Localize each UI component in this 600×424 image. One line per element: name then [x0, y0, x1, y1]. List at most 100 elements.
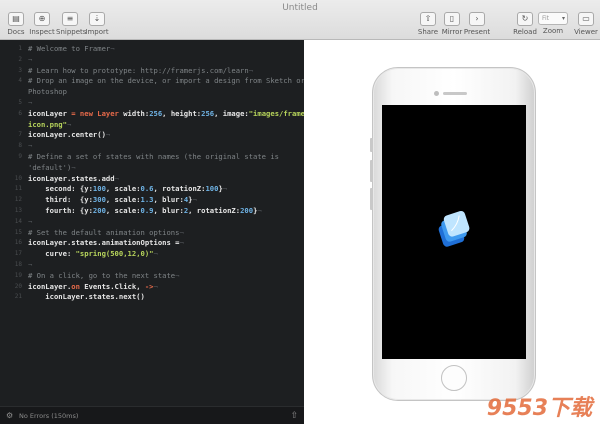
- code-text: # Define a set of states with names (the…: [28, 152, 279, 163]
- code-token: on: [71, 281, 85, 291]
- code-line[interactable]: 3 # Learn how to prototype: http://framer…: [0, 66, 304, 77]
- mirror-icon: ▯: [444, 12, 460, 26]
- docs-label: Docs: [7, 28, 25, 36]
- code-line[interactable]: 13 fourth: {y:200, scale:0.9, blur:2, ro…: [0, 206, 304, 217]
- code-text: 'default')¬: [28, 163, 76, 174]
- code-token: , scale:: [105, 205, 141, 215]
- code-token: = new Layer: [71, 108, 124, 118]
- format-icon[interactable]: ⇧: [290, 410, 298, 421]
- line-number: 10: [14, 174, 22, 182]
- present-label: Present: [463, 28, 491, 36]
- code-token: 100: [92, 184, 106, 194]
- viewer-icon: ▭: [578, 12, 594, 26]
- code-line[interactable]: 12 third: {y:300, scale:1.3, blur:4}¬: [0, 195, 304, 206]
- reload-label: Reload: [513, 28, 537, 36]
- code-token: ¬: [28, 141, 33, 151]
- code-token: 'default'): [28, 162, 72, 172]
- zoom-select[interactable]: Fit ▾: [538, 12, 568, 25]
- import-icon: ⇣: [89, 12, 105, 26]
- code-token: ¬: [110, 44, 115, 53]
- code-line[interactable]: 5 ¬: [0, 98, 304, 109]
- code-line[interactable]: 20 iconLayer.on Events.Click, ->¬: [0, 282, 304, 293]
- code-line[interactable]: 21 iconLayer.states.next(): [0, 292, 304, 303]
- code-token: Photoshop: [28, 87, 67, 97]
- code-text: iconLayer.center()¬: [28, 130, 110, 141]
- code-token: , image:: [214, 108, 249, 118]
- code-area[interactable]: 1 # Welcome to Framer¬ 2 ¬ 3 # Learn how to p…: [0, 44, 314, 303]
- code-text: iconLayer = new Layer width:256, height:…: [28, 109, 314, 120]
- code-line[interactable]: 14 ¬: [0, 217, 304, 228]
- import-button[interactable]: ⇣ Import: [83, 12, 111, 36]
- home-button[interactable]: [441, 365, 467, 391]
- code-line[interactable]: 1 # Welcome to Framer¬: [0, 44, 304, 55]
- line-number: 20: [14, 282, 22, 290]
- line-number: 4: [18, 77, 22, 85]
- line-number: 1: [18, 45, 22, 52]
- settings-icon[interactable]: ⚙: [6, 411, 13, 420]
- inspect-label: Inspect: [29, 28, 55, 36]
- code-token: iconLayer.center(): [28, 130, 106, 140]
- code-line[interactable]: icon.png"¬: [0, 120, 304, 131]
- line-number: 8: [18, 142, 22, 150]
- code-token: # Define a set of states with names (the…: [28, 151, 279, 161]
- code-token: iconLayer.states.animationOptions =: [28, 238, 180, 248]
- mute-switch: [370, 138, 373, 152]
- code-line[interactable]: 9 # Define a set of states with names (th…: [0, 152, 304, 163]
- line-number: 15: [14, 228, 22, 236]
- code-line[interactable]: 6 iconLayer = new Layer width:256, height…: [0, 109, 313, 120]
- code-text: # On a click, go to the next state¬: [28, 271, 179, 282]
- earpiece-speaker: [443, 92, 467, 95]
- code-token: , rotationZ:: [153, 184, 206, 194]
- reload-button[interactable]: ↻ Reload: [511, 12, 539, 36]
- code-line[interactable]: 2 ¬: [0, 55, 304, 66]
- present-button[interactable]: › Present: [463, 12, 491, 36]
- code-line[interactable]: 4 # Drop an image on the device, or impor…: [0, 76, 305, 87]
- code-token: ¬: [28, 259, 33, 269]
- code-token: ¬: [153, 249, 158, 259]
- line-number: 9: [18, 152, 22, 160]
- line-number: 21: [14, 293, 22, 301]
- code-token: curve:: [28, 249, 76, 259]
- code-line[interactable]: Photoshop: [0, 87, 304, 98]
- volume-up-button: [370, 160, 373, 182]
- code-token: iconLayer.: [28, 281, 72, 291]
- share-icon: ⇧: [420, 12, 436, 26]
- reload-icon: ↻: [517, 12, 533, 26]
- code-line[interactable]: 15 # Set the default animation options¬: [0, 228, 304, 239]
- line-number: 11: [14, 185, 22, 193]
- viewer-button[interactable]: ▭ Viewer: [572, 12, 600, 36]
- line-number: 17: [14, 250, 22, 258]
- code-text: # Drop an image on the device, or import…: [28, 76, 305, 87]
- line-number: 7: [18, 131, 22, 139]
- code-text: ¬: [28, 141, 32, 152]
- code-token: , blur:: [153, 195, 184, 205]
- code-text: icon.png"¬: [28, 120, 71, 131]
- code-line[interactable]: 19 # On a click, go to the next state¬: [0, 271, 304, 282]
- line-number: 18: [14, 260, 22, 268]
- code-token: ¬: [114, 173, 119, 183]
- code-line[interactable]: 18 ¬: [0, 260, 304, 271]
- inspect-button[interactable]: ⊕ Inspect: [28, 12, 56, 36]
- zoom-control[interactable]: Fit ▾ Zoom: [536, 12, 570, 35]
- code-token: ¬: [71, 162, 76, 172]
- code-line[interactable]: 8 ¬: [0, 141, 304, 152]
- code-line[interactable]: 17 curve: "spring(500,12,0)"¬: [0, 249, 304, 260]
- code-token: , scale:: [105, 195, 141, 205]
- mirror-label: Mirror: [441, 28, 463, 36]
- code-editor[interactable]: 1 # Welcome to Framer¬ 2 ¬ 3 # Learn how to p…: [0, 40, 314, 424]
- code-text: ¬: [28, 217, 32, 228]
- code-line[interactable]: 16 iconLayer.states.animationOptions =¬: [0, 238, 304, 249]
- mirror-button[interactable]: ▯ Mirror: [438, 12, 466, 36]
- code-line[interactable]: 10 iconLayer.states.add¬: [0, 174, 304, 185]
- code-token: 200: [92, 205, 106, 215]
- snippets-button[interactable]: ≡ Snippets: [56, 12, 86, 36]
- code-line[interactable]: 11 second: {y:100, scale:0.6, rotationZ:…: [0, 184, 304, 195]
- docs-button[interactable]: ▤ Docs: [2, 12, 30, 36]
- framer-icon-layer[interactable]: [382, 105, 526, 359]
- code-token: ¬: [28, 97, 33, 107]
- chevron-down-icon: ▾: [561, 15, 565, 22]
- code-line[interactable]: 'default')¬: [0, 163, 304, 174]
- code-text: ¬: [28, 55, 32, 66]
- code-line[interactable]: 7 iconLayer.center()¬: [0, 130, 304, 141]
- device-screen[interactable]: [382, 105, 526, 359]
